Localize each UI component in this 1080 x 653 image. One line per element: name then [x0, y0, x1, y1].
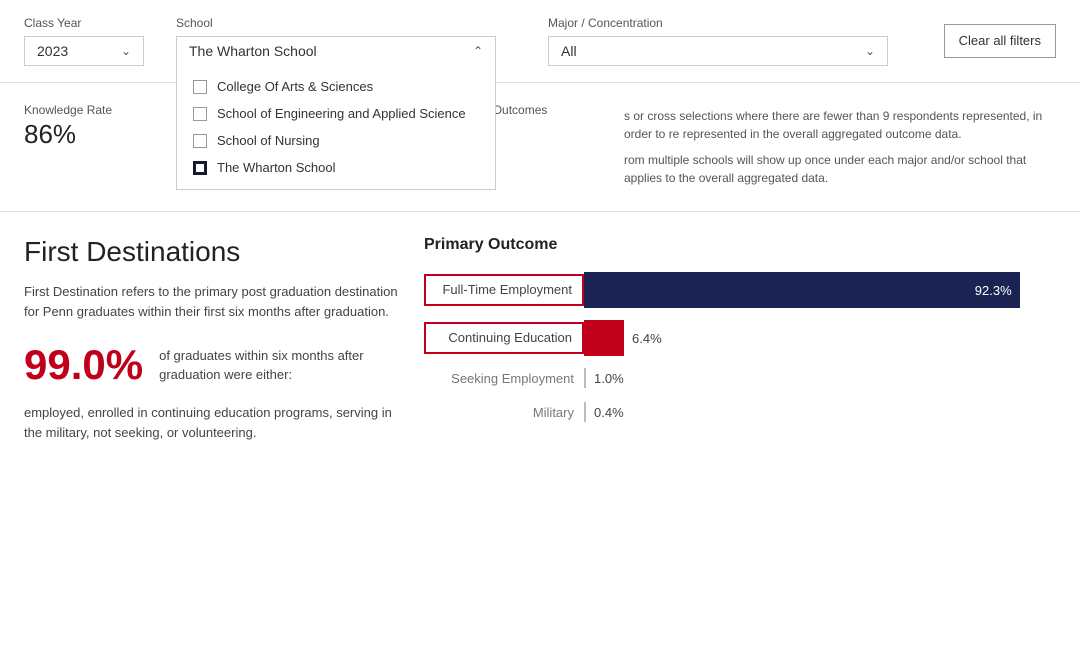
bar-track-full-time: 92.3%	[584, 272, 1056, 308]
chevron-down-major-icon: ⌄	[865, 44, 875, 58]
bar-label-cont-ed: Continuing Education	[424, 322, 584, 354]
big-stat-desc: of graduates within six months after gra…	[159, 346, 404, 385]
bar-row-cont-ed: Continuing Education 6.4%	[424, 320, 1056, 356]
bar-track-military: 0.4%	[584, 402, 624, 422]
school-filter: School The Wharton School ⌃ College Of A…	[176, 16, 496, 65]
class-year-label: Class Year	[24, 16, 144, 30]
checkbox-nursing[interactable]	[193, 134, 207, 148]
school-label: School	[176, 16, 496, 30]
bar-row-full-time: Full-Time Employment 92.3%	[424, 272, 1056, 308]
school-option-nursing-label: School of Nursing	[217, 133, 320, 148]
clear-filters-button[interactable]: Clear all filters	[944, 24, 1056, 59]
first-dest-description: First Destination refers to the primary …	[24, 282, 404, 321]
big-stat-row: 99.0% of graduates within six months aft…	[24, 341, 404, 389]
class-year-value: 2023	[37, 43, 68, 59]
first-destinations-section: First Destinations First Destination ref…	[0, 212, 1080, 462]
major-select[interactable]: All ⌄	[548, 36, 888, 66]
employed-note: employed, enrolled in continuing educati…	[24, 403, 404, 442]
bar-pct-full-time: 92.3%	[975, 283, 1012, 298]
bar-pct-military: 0.4%	[594, 405, 624, 420]
checkbox-arts[interactable]	[193, 80, 207, 94]
school-option-arts-label: College Of Arts & Sciences	[217, 79, 373, 94]
filter-bar: Class Year 2023 ⌄ School The Wharton Sch…	[0, 0, 1080, 83]
chevron-down-icon: ⌄	[121, 44, 131, 58]
school-value: The Wharton School	[189, 43, 317, 59]
bar-row-military: Military 0.4%	[424, 402, 1056, 422]
school-option-wharton-label: The Wharton School	[217, 160, 336, 175]
bar-track-cont-ed: 6.4%	[584, 320, 1056, 356]
bar-row-seeking: Seeking Employment 1.0%	[424, 368, 1056, 388]
big-percentage: 99.0%	[24, 341, 143, 389]
bar-pct-cont-ed: 6.4%	[632, 331, 662, 346]
bar-pct-seeking: 1.0%	[594, 371, 624, 386]
knowledge-rate-value: 86%	[24, 119, 184, 150]
bar-line-military	[584, 402, 586, 422]
bar-line-seeking	[584, 368, 586, 388]
notice-column: s or cross selections where there are fe…	[624, 103, 1056, 195]
checkbox-wharton[interactable]	[193, 161, 207, 175]
stats-section: Knowledge Rate 86% Response Rate 71% Tot…	[0, 83, 1080, 212]
school-dropdown-menu: College Of Arts & Sciences School of Eng…	[176, 65, 496, 190]
class-year-filter: Class Year 2023 ⌄	[24, 16, 144, 66]
school-option-nursing[interactable]: School of Nursing	[177, 127, 495, 154]
school-select[interactable]: The Wharton School ⌃	[176, 36, 496, 65]
school-option-arts[interactable]: College Of Arts & Sciences	[177, 73, 495, 100]
bar-label-seeking: Seeking Employment	[424, 371, 584, 386]
bar-fill-cont-ed	[584, 320, 624, 356]
major-label: Major / Concentration	[548, 16, 888, 30]
knowledge-rate-stat: Knowledge Rate 86%	[24, 103, 184, 195]
knowledge-rate-label: Knowledge Rate	[24, 103, 184, 117]
major-filter: Major / Concentration All ⌄	[548, 16, 888, 66]
first-dest-left-panel: First Destinations First Destination ref…	[24, 236, 404, 442]
class-year-select[interactable]: 2023 ⌄	[24, 36, 144, 66]
chart-title: Primary Outcome	[424, 236, 1056, 254]
school-option-eng[interactable]: School of Engineering and Applied Scienc…	[177, 100, 495, 127]
notice-2: rom multiple schools will show up once u…	[624, 151, 1056, 187]
school-option-eng-label: School of Engineering and Applied Scienc…	[217, 106, 466, 121]
chart-area: Primary Outcome Full-Time Employment 92.…	[404, 236, 1056, 442]
chevron-up-icon: ⌃	[473, 44, 483, 58]
bar-fill-full-time: 92.3%	[584, 272, 1020, 308]
bar-label-military: Military	[424, 405, 584, 420]
checkbox-eng[interactable]	[193, 107, 207, 121]
notice-1: s or cross selections where there are fe…	[624, 107, 1056, 143]
school-option-wharton[interactable]: The Wharton School	[177, 154, 495, 181]
bar-track-seeking: 1.0%	[584, 368, 624, 388]
first-dest-title: First Destinations	[24, 236, 404, 268]
bar-label-full-time: Full-Time Employment	[424, 274, 584, 306]
major-value: All	[561, 43, 577, 59]
